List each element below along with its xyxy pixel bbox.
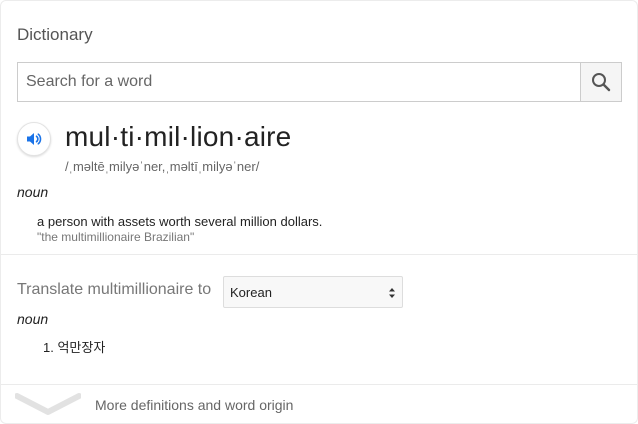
phonetic-transcription: /ˌməltēˌmilyəˈner,ˌməltīˌmilyəˈner/ bbox=[65, 159, 260, 174]
search-input[interactable] bbox=[18, 63, 582, 101]
translation-part-of-speech: noun bbox=[17, 311, 49, 327]
updown-arrows-icon bbox=[389, 288, 395, 298]
translate-label: Translate multimillionaire to bbox=[17, 281, 212, 298]
search-icon bbox=[592, 73, 611, 92]
translation-item: 1. 억만장자 bbox=[43, 337, 105, 356]
dictionary-card: Dictionary mul·ti·mil·lion·aire /ˌməltēˌ… bbox=[0, 0, 638, 424]
language-select[interactable]: Korean bbox=[223, 276, 403, 308]
speaker-icon bbox=[27, 133, 42, 145]
definition: a person with assets worth several milli… bbox=[37, 214, 323, 229]
part-of-speech: noun bbox=[17, 184, 49, 200]
dictionary-title: Dictionary bbox=[17, 25, 93, 44]
selected-language: Korean bbox=[230, 284, 272, 300]
section-divider bbox=[1, 254, 637, 255]
pronunciation-button[interactable] bbox=[17, 122, 51, 156]
search-button[interactable] bbox=[580, 63, 621, 101]
search-box bbox=[17, 62, 622, 102]
more-definitions-link[interactable]: More definitions and word origin bbox=[95, 397, 293, 413]
footer-divider bbox=[1, 384, 637, 385]
usage-example: "the multimillionaire Brazilian" bbox=[37, 230, 195, 244]
chevron-down-icon[interactable] bbox=[15, 392, 81, 416]
headword: mul·ti·mil·lion·aire bbox=[65, 121, 292, 152]
translation-text: 억만장자 bbox=[57, 340, 106, 355]
translation-number: 1. bbox=[43, 340, 54, 355]
